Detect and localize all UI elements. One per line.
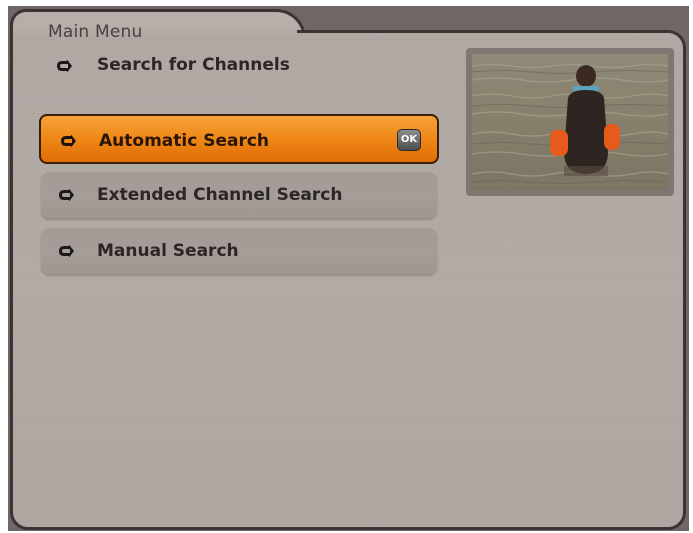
tv-preview-image — [472, 54, 668, 190]
menu-item-label: Manual Search — [97, 241, 239, 261]
panel-title: Main Menu — [48, 22, 143, 42]
right-arrow-icon — [59, 245, 74, 257]
menu-item-label: Automatic Search — [99, 131, 270, 151]
right-arrow-icon — [59, 189, 74, 201]
menu-item-label: Extended Channel Search — [97, 185, 343, 205]
tv-preview — [466, 48, 674, 196]
ok-button-icon: OK — [397, 129, 421, 151]
right-arrow-icon — [61, 135, 76, 147]
menu-item-extended-channel-search[interactable]: Extended Channel Search — [41, 172, 437, 218]
preview-scene — [472, 54, 668, 190]
right-arrow-icon — [57, 60, 72, 72]
menu-item-automatic-search[interactable]: Automatic Search OK — [39, 114, 439, 164]
section-title: Search for Channels — [97, 55, 290, 75]
screen: Main Menu Search for Channels Automatic … — [0, 0, 693, 533]
menu-item-manual-search[interactable]: Manual Search — [41, 228, 437, 274]
